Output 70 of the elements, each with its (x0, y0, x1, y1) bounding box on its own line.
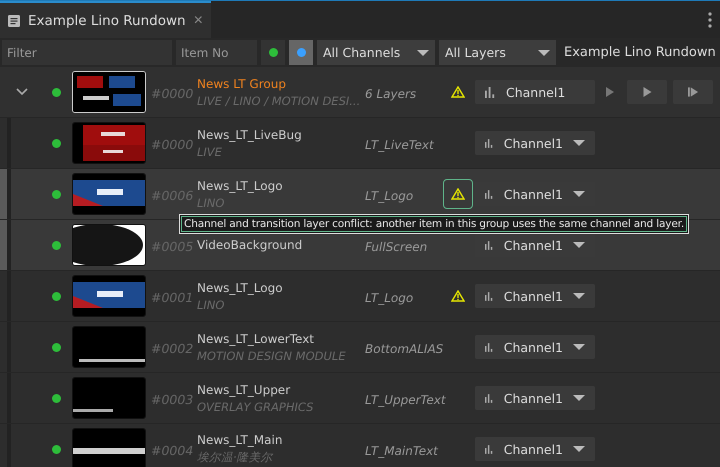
item-number: #0002 (151, 340, 194, 356)
item-name: VideoBackground (197, 238, 304, 252)
level-bars-icon (485, 342, 494, 352)
next-button[interactable] (673, 80, 713, 104)
layer-name: BottomALIAS (365, 342, 444, 356)
item-number: #0001 (151, 290, 194, 304)
play-icon[interactable] (605, 86, 615, 98)
item-number: #0003 (151, 392, 194, 406)
item-subtitle: MOTION DESIGN MODULE (197, 348, 347, 362)
status-dot (52, 292, 61, 300)
item-name: News_LT_Main (197, 433, 284, 447)
channel-dropdown[interactable]: Channel1 (475, 131, 595, 155)
status-dot (52, 342, 61, 352)
level-bars-icon (485, 392, 494, 404)
item-name: News_LT_Logo (197, 280, 284, 294)
status-filter-toggle[interactable] (261, 40, 285, 65)
layer-name: LT_Logo (365, 290, 414, 304)
status-dot (52, 138, 61, 148)
channel-dropdown[interactable]: Channel1 (475, 386, 595, 410)
item-number: #0000 (151, 136, 194, 152)
status-filter-toggle[interactable] (289, 40, 313, 65)
chevron-icon[interactable] (16, 88, 28, 96)
more-options-icon[interactable] (708, 12, 712, 28)
status-dot (52, 190, 61, 198)
item-number-field[interactable]: Item No (176, 40, 257, 65)
item-subtitle: LIVE / LINO / MOTION DESI... (197, 94, 362, 108)
item-subtitle: LIVE (197, 144, 223, 158)
group-name: News LT Group (197, 76, 287, 90)
layers-dropdown[interactable]: All Layers (439, 40, 556, 65)
level-bars-icon (485, 290, 494, 302)
rundown-name: Example Lino Rundown (564, 45, 716, 60)
tab-title: Example Lino Rundown (28, 12, 186, 28)
item-subtitle: 埃尔温·隆美尔 (197, 450, 274, 465)
channels-dropdown[interactable]: All Channels (317, 40, 435, 65)
layer-name: LT_UpperText (365, 392, 446, 406)
channel-dropdown[interactable]: Channel1 (475, 335, 595, 359)
warning-icon (451, 188, 465, 200)
level-bars-icon (485, 444, 494, 454)
play-icon (642, 86, 652, 98)
level-bars-icon (485, 86, 496, 98)
layer-name: LT_MainText (365, 444, 438, 458)
filter-field[interactable]: Filter (2, 40, 172, 65)
item-subtitle: LINO (197, 298, 226, 312)
layer-name: LT_Logo (365, 188, 414, 202)
layer-name: FullScreen (365, 240, 428, 254)
status-dot (52, 394, 61, 402)
status-dot (52, 88, 61, 96)
item-name: News_LT_Logo (197, 178, 284, 192)
document-icon (8, 14, 20, 26)
channel-selector[interactable]: Channel1 (475, 80, 595, 104)
warning-button[interactable] (443, 179, 473, 209)
level-bars-icon (485, 138, 494, 148)
play-button[interactable] (627, 80, 667, 104)
item-name: News_LT_Upper (197, 382, 292, 396)
channel-dropdown[interactable]: Channel1 (475, 284, 595, 308)
level-bars-icon (485, 240, 494, 250)
item-number: #0004 (151, 442, 194, 458)
item-name: News_LT_LiveBug (197, 128, 303, 142)
close-button[interactable]: × (194, 12, 203, 30)
status-dot (52, 240, 61, 250)
rundown-tab[interactable]: Example Lino Rundown × (0, 1, 211, 38)
channel-dropdown[interactable]: Channel1 (475, 437, 595, 461)
skip-icon (688, 86, 698, 98)
item-subtitle: OVERLAY GRAPHICS (197, 400, 314, 414)
conflict-tooltip: Channel and transition layer conflict: another item in this group uses the same channel and layer. (179, 214, 690, 234)
layer-count: 6 Layers (365, 86, 416, 100)
status-dot (52, 444, 61, 454)
item-name: News_LT_LowerText (197, 332, 316, 346)
level-bars-icon (485, 188, 494, 200)
layer-name: LT_LiveText (365, 138, 434, 152)
